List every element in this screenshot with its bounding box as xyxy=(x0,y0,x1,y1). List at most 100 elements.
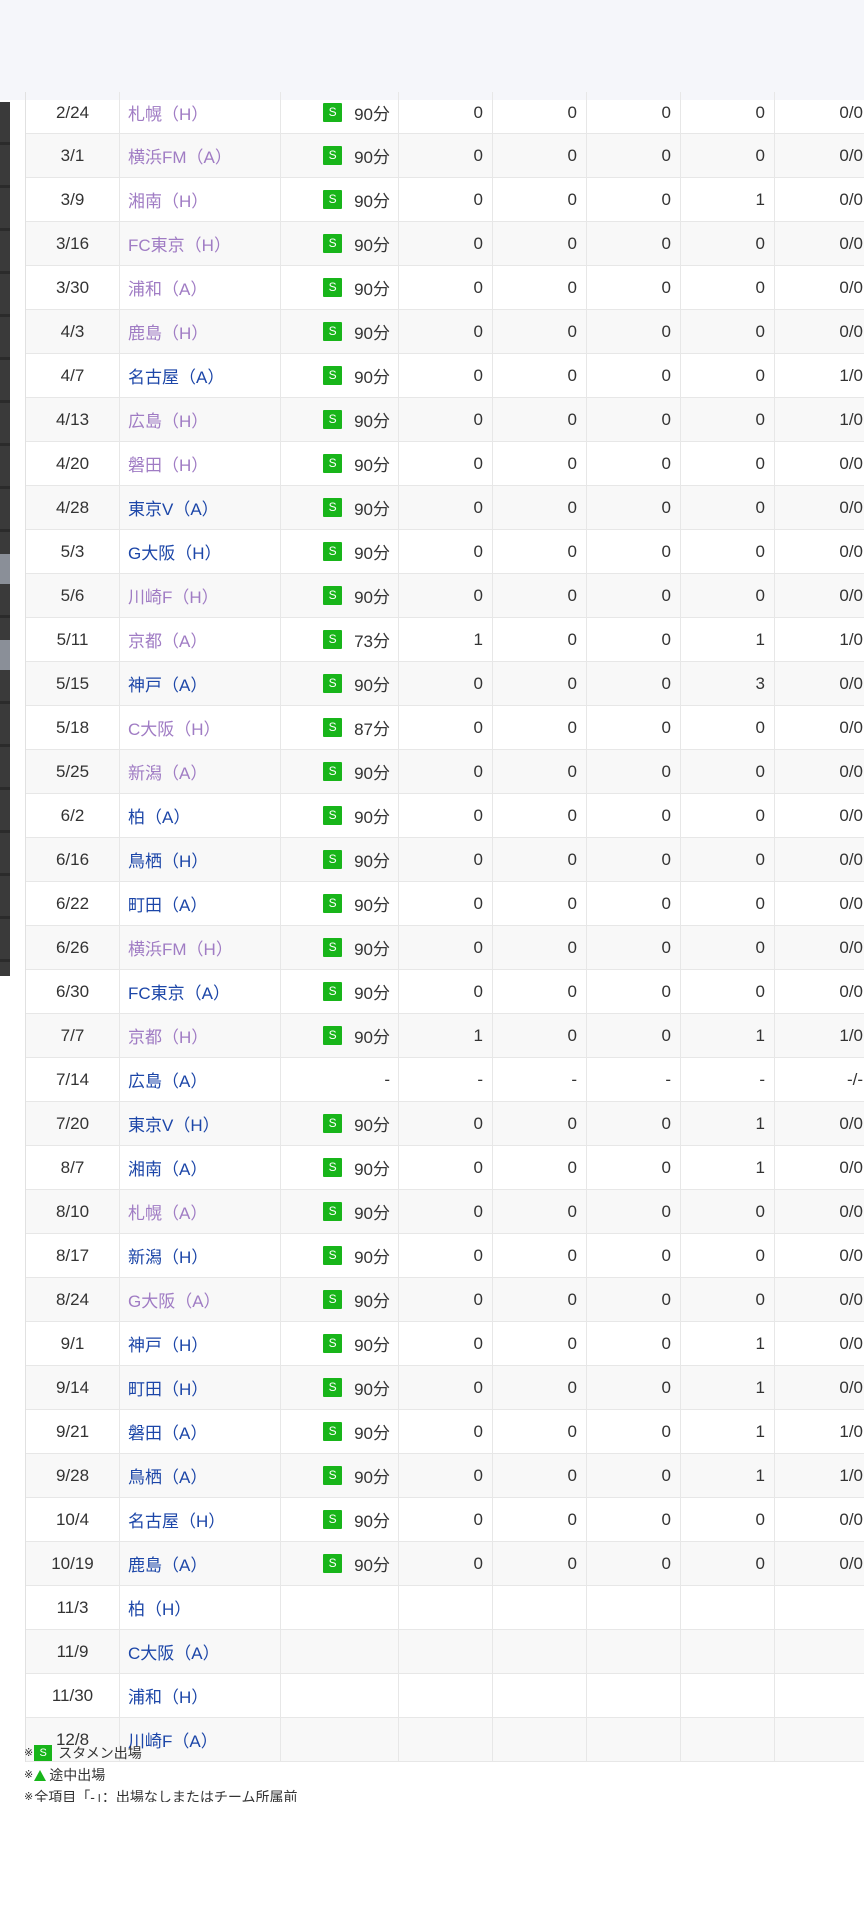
opponent-link[interactable]: 東京V（H） xyxy=(120,1102,281,1145)
stat-value: 0 xyxy=(400,442,493,485)
match-date: 8/7 xyxy=(26,1146,120,1189)
card-value: 0/0 xyxy=(839,541,863,561)
stat-value: 0 xyxy=(400,1542,493,1585)
opponent-link[interactable]: 京都（H） xyxy=(120,1014,281,1057)
footnotes: ※ S スタメン出場 ※ 途中出場 ※ 全項目「-」：出場なしまたはチーム所属前 xyxy=(24,1742,854,1802)
opponent-link[interactable]: 浦和（H） xyxy=(120,1674,281,1717)
stat-value: 0 xyxy=(494,134,587,177)
opponent-link[interactable]: 鹿島（H） xyxy=(120,310,281,353)
match-row: 9/28 鳥栖（A） S 90分 0 0 0 1 1/0 xyxy=(26,1454,864,1498)
stat-value: 0 xyxy=(494,618,587,661)
match-row: 3/9 湘南（H） S 90分 0 0 0 1 0/0 xyxy=(26,178,864,222)
stat-value: 0 xyxy=(588,1410,681,1453)
minutes-played: 90分 xyxy=(354,412,390,431)
footnote-dash: ※ 全項目「-」：出場なしまたはチーム所属前 xyxy=(24,1786,854,1802)
minutes-played: 90分 xyxy=(354,1380,390,1399)
opponent-link[interactable]: 札幌（A） xyxy=(120,1190,281,1233)
match-row: 7/7 京都（H） S 90分 1 0 0 1 1/0 xyxy=(26,1014,864,1058)
appearance-cell: S 90分 xyxy=(282,266,399,309)
appearance-cell: S 90分 xyxy=(282,1102,399,1145)
opponent-link[interactable]: 磐田（A） xyxy=(120,1410,281,1453)
opponent-link[interactable]: 柏（H） xyxy=(120,1586,281,1629)
opponent-link[interactable]: 名古屋（H） xyxy=(120,1498,281,1541)
opponent-link[interactable]: 川崎F（H） xyxy=(120,574,281,617)
match-row: 10/4 名古屋（H） S 90分 0 0 0 0 0/0 xyxy=(26,1498,864,1542)
appearance-cell: S 90分 xyxy=(282,794,399,837)
minutes-played: 90分 xyxy=(354,1292,390,1311)
stat-value: 0 xyxy=(400,574,493,617)
card-value: 0/0 xyxy=(839,277,863,297)
opponent-link[interactable]: 湘南（H） xyxy=(120,178,281,221)
opponent-link[interactable]: 新潟（A） xyxy=(120,750,281,793)
card-value: 0/0 xyxy=(839,1289,863,1309)
appearance-cell: S 90分 xyxy=(282,970,399,1013)
match-row: 5/15 神戸（A） S 90分 0 0 0 3 0/0 xyxy=(26,662,864,706)
stat-value xyxy=(494,1630,587,1673)
match-date: 7/20 xyxy=(26,1102,120,1145)
stat-value: 0 xyxy=(682,926,775,969)
opponent-link[interactable]: 町田（A） xyxy=(120,882,281,925)
match-date: 6/22 xyxy=(26,882,120,925)
opponent-link[interactable]: 名古屋（A） xyxy=(120,354,281,397)
card-value: 0/0 xyxy=(839,189,863,209)
opponent-link[interactable]: FC東京（H） xyxy=(120,222,281,265)
minutes-played: 90分 xyxy=(354,852,390,871)
opponent-link[interactable]: 横浜FM（H） xyxy=(120,926,281,969)
stat-value: 1 xyxy=(682,1146,775,1189)
starter-badge-icon: S xyxy=(34,1745,53,1761)
stat-value: 1 xyxy=(682,1366,775,1409)
opponent-link[interactable]: 湘南（A） xyxy=(120,1146,281,1189)
stat-value: 0 xyxy=(588,134,681,177)
card-value: 0/0 xyxy=(839,717,863,737)
side-menu-rail[interactable] xyxy=(0,102,10,976)
opponent-link[interactable]: 横浜FM（A） xyxy=(120,134,281,177)
match-row: 3/30 浦和（A） S 90分 0 0 0 0 0/0 xyxy=(26,266,864,310)
appearance-cell: S 90分 xyxy=(282,574,399,617)
card-value: 0/0 xyxy=(839,585,863,605)
stat-value: 0 xyxy=(682,92,775,133)
stat-value: 0 xyxy=(494,442,587,485)
stat-value: 3 xyxy=(682,662,775,705)
opponent-link[interactable]: G大阪（A） xyxy=(120,1278,281,1321)
opponent-link[interactable]: 鳥栖（H） xyxy=(120,838,281,881)
opponent-link[interactable]: 東京V（A） xyxy=(120,486,281,529)
opponent-link[interactable]: 京都（A） xyxy=(120,618,281,661)
opponent-link[interactable]: 鹿島（A） xyxy=(120,1542,281,1585)
match-row: 2/24 札幌（H） S 90分 0 0 0 0 0/0 xyxy=(26,92,864,134)
opponent-link[interactable]: 広島（H） xyxy=(120,398,281,441)
opponent-link[interactable]: 町田（H） xyxy=(120,1366,281,1409)
footnote-mark: ※ xyxy=(24,1791,34,1802)
opponent-link[interactable]: 神戸（A） xyxy=(120,662,281,705)
opponent-link[interactable]: 鳥栖（A） xyxy=(120,1454,281,1497)
opponent-link[interactable]: 新潟（H） xyxy=(120,1234,281,1277)
starter-badge-icon: S xyxy=(323,1378,343,1397)
opponent-link[interactable]: 神戸（H） xyxy=(120,1322,281,1365)
opponent-link[interactable]: 柏（A） xyxy=(120,794,281,837)
starter-badge-icon: S xyxy=(323,982,343,1001)
appearance-cell: S 90分 xyxy=(282,662,399,705)
match-date: 3/1 xyxy=(26,134,120,177)
opponent-link[interactable]: 広島（A） xyxy=(120,1058,281,1101)
opponent-link[interactable]: G大阪（H） xyxy=(120,530,281,573)
opponent-link[interactable]: C大阪（H） xyxy=(120,706,281,749)
minutes-played: 87分 xyxy=(354,720,390,739)
opponent-link[interactable]: 磐田（H） xyxy=(120,442,281,485)
match-date: 4/7 xyxy=(26,354,120,397)
starter-badge-icon: S xyxy=(323,278,343,297)
stat-value xyxy=(682,1674,775,1717)
starter-badge-icon: S xyxy=(323,103,343,122)
match-date: 4/28 xyxy=(26,486,120,529)
card-value: 0/0 xyxy=(839,849,863,869)
stat-value: 0 xyxy=(400,398,493,441)
opponent-link[interactable]: FC東京（A） xyxy=(120,970,281,1013)
opponent-link[interactable]: C大阪（A） xyxy=(120,1630,281,1673)
starter-badge-icon: S xyxy=(323,1510,343,1529)
opponent-link[interactable]: 浦和（A） xyxy=(120,266,281,309)
stat-value: 0 xyxy=(588,398,681,441)
minutes-played: 90分 xyxy=(354,1160,390,1179)
minutes-played: 90分 xyxy=(354,280,390,299)
opponent-link[interactable]: 札幌（H） xyxy=(120,92,281,133)
minutes-played: 90分 xyxy=(354,676,390,695)
stat-value: 0 xyxy=(494,1278,587,1321)
starter-badge-icon: S xyxy=(323,146,343,165)
